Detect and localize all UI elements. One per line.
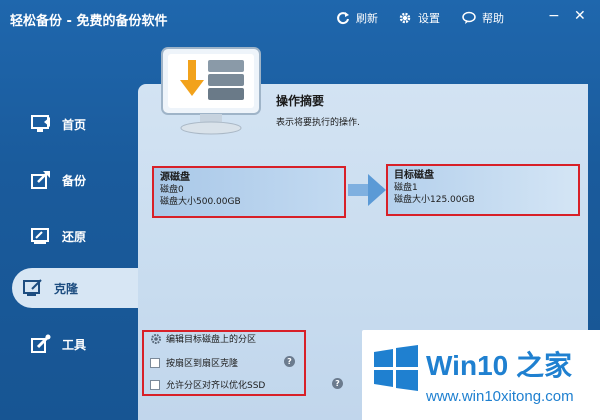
summary-title: 操作摘要	[276, 94, 325, 108]
sector-clone-checkbox[interactable]	[150, 357, 160, 368]
chat-bubble-icon	[462, 11, 476, 24]
sidebar-item-label: 首页	[62, 117, 87, 132]
sidebar: 首页 备份 还原 克隆 工具	[0, 40, 138, 420]
source-disk-box: 源磁盘 磁盘0 磁盘大小500.00GB	[152, 166, 346, 218]
app-window: 轻松备份 - 免费的备份软件 刷新 设置 帮助 − ✕ 首页 备份 还原 克隆 …	[0, 0, 600, 420]
edit-partitions-option[interactable]: 编辑目标磁盘上的分区	[150, 332, 256, 345]
tools-icon	[31, 334, 51, 353]
sidebar-item-backup[interactable]: 备份	[12, 160, 138, 200]
sidebar-item-clone[interactable]: 克隆	[12, 268, 138, 308]
target-disk-size: 磁盘大小125.00GB	[394, 195, 475, 205]
watermark-title: Win10 之家	[426, 350, 572, 381]
sidebar-item-label: 克隆	[54, 281, 79, 296]
windows-logo-icon	[374, 345, 418, 391]
target-disk-title: 目标磁盘	[394, 170, 434, 181]
sector-clone-help-icon[interactable]: ?	[284, 356, 295, 367]
app-title: 轻松备份 - 免费的备份软件	[10, 14, 168, 29]
clone-icon	[23, 279, 42, 296]
summary-description: 表示将要执行的操作.	[276, 118, 360, 128]
settings-label: 设置	[418, 12, 440, 25]
monitor-home-icon	[31, 115, 50, 132]
target-disk-box: 目标磁盘 磁盘1 磁盘大小125.00GB	[386, 164, 580, 216]
align-ssd-label: 允许分区对齐以优化SSD	[166, 381, 266, 391]
refresh-icon	[337, 12, 349, 25]
watermark: Win10 之家 www.win10xitong.com	[362, 330, 600, 420]
arrow-right-icon	[348, 174, 386, 206]
sidebar-item-label: 还原	[62, 229, 87, 244]
gear-icon	[399, 12, 411, 24]
refresh-button[interactable]: 刷新	[336, 10, 378, 26]
refresh-label: 刷新	[356, 12, 378, 25]
help-label: 帮助	[482, 12, 504, 25]
sector-clone-label: 按扇区到扇区克隆	[166, 359, 239, 369]
align-ssd-checkbox[interactable]	[150, 379, 160, 390]
source-disk-size: 磁盘大小500.00GB	[160, 197, 241, 207]
source-disk-name: 磁盘0	[160, 185, 184, 195]
disk-monitor-illustration	[161, 47, 261, 135]
sidebar-item-label: 工具	[62, 337, 87, 352]
minimize-button[interactable]: −	[548, 8, 560, 24]
sidebar-item-home[interactable]: 首页	[12, 104, 138, 144]
close-button[interactable]: ✕	[574, 8, 586, 24]
help-button[interactable]: 帮助	[462, 10, 504, 26]
gear-icon	[151, 333, 161, 344]
watermark-url: www.win10xitong.com	[426, 388, 574, 405]
source-disk-title: 源磁盘	[160, 172, 190, 183]
settings-button[interactable]: 设置	[398, 10, 440, 26]
sidebar-item-restore[interactable]: 还原	[12, 216, 138, 256]
target-disk-name: 磁盘1	[394, 183, 418, 193]
sidebar-item-tools[interactable]: 工具	[12, 324, 138, 364]
backup-icon	[31, 171, 50, 189]
align-ssd-help-icon[interactable]: ?	[332, 378, 343, 389]
restore-icon	[31, 228, 49, 244]
align-ssd-option[interactable]: 允许分区对齐以优化SSD	[150, 378, 265, 391]
sidebar-item-label: 备份	[62, 173, 87, 188]
edit-partitions-label: 编辑目标磁盘上的分区	[166, 335, 257, 345]
title-bar: 轻松备份 - 免费的备份软件 刷新 设置 帮助 − ✕	[0, 0, 600, 38]
sector-clone-option[interactable]: 按扇区到扇区克隆	[150, 356, 238, 369]
